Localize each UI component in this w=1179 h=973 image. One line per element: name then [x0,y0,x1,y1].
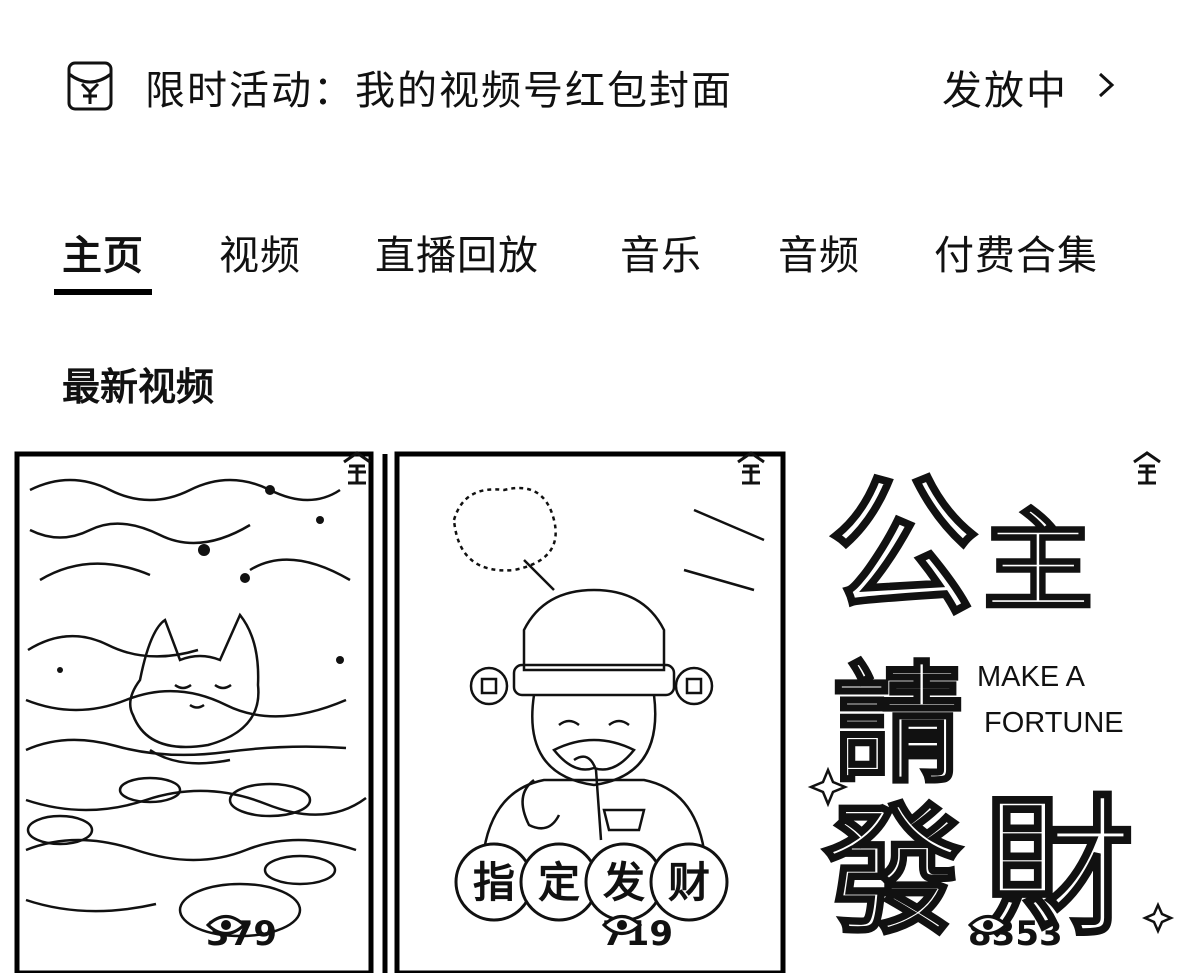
eye-icon [968,915,1008,935]
tab-audio[interactable]: 音频 [778,223,860,281]
tab-paid-collections[interactable]: 付费合集 [934,223,1098,281]
caption-char-3: 发 [603,858,645,907]
cat-in-water-thumbnail [0,450,392,973]
tab-live-replay[interactable]: 直播回放 [375,223,539,281]
red-packet-icon [67,61,113,111]
banner-title: 限时活动：我的视频号红包封面 [145,68,733,114]
tab-home[interactable]: 主页 [62,223,144,281]
video-card-1[interactable]: 379 [0,450,392,973]
caption-char-4: 财 [668,858,710,907]
caption-en-line-2: FORTUNE [984,707,1124,739]
video-card-3[interactable]: 公 主 請 發 財 MAKE A FORTUNE 8353 [788,450,1179,973]
caption-char-1: 指 [473,858,515,907]
view-count: 8353 [968,912,1063,956]
calligraphy-thumbnail: 公 主 請 發 財 MAKE A FORTUNE [788,450,1179,973]
active-tab-indicator [54,289,152,295]
caption-big-3: 請 [833,649,963,801]
bookmark-icon[interactable] [734,450,768,486]
eye-icon [206,915,246,935]
bookmark-icon[interactable] [1130,450,1164,486]
section-title: 最新视频 [62,365,215,409]
caption-big-2: 主 [983,498,1093,626]
caption-char-2: 定 [538,858,580,907]
activity-banner[interactable]: 限时活动：我的视频号红包封面 发放中 [0,0,1179,170]
bookmark-icon[interactable] [340,450,374,486]
banner-status: 发放中 [942,68,1068,114]
chevron-right-icon [1098,72,1115,98]
caption-big-4: 發 [822,791,963,954]
tab-videos[interactable]: 视频 [219,223,301,281]
caption-en-line-1: MAKE A [977,661,1086,693]
eye-icon [602,915,642,935]
tab-music[interactable]: 音乐 [620,223,702,281]
view-count: 719 [602,912,673,956]
caption-big-1: 公 [828,462,978,636]
profile-tabs: 主页 视频 直播回放 音乐 音频 付费合集 [0,215,1179,305]
god-of-wealth-thumbnail: 指 定 发 财 [394,450,786,973]
video-card-2[interactable]: 指 定 发 财 719 [394,450,786,973]
video-grid: 379 指 定 发 财 719 公 主 請 發 財 MAKE A FORTUNE… [0,450,1179,973]
view-count: 379 [206,912,277,956]
